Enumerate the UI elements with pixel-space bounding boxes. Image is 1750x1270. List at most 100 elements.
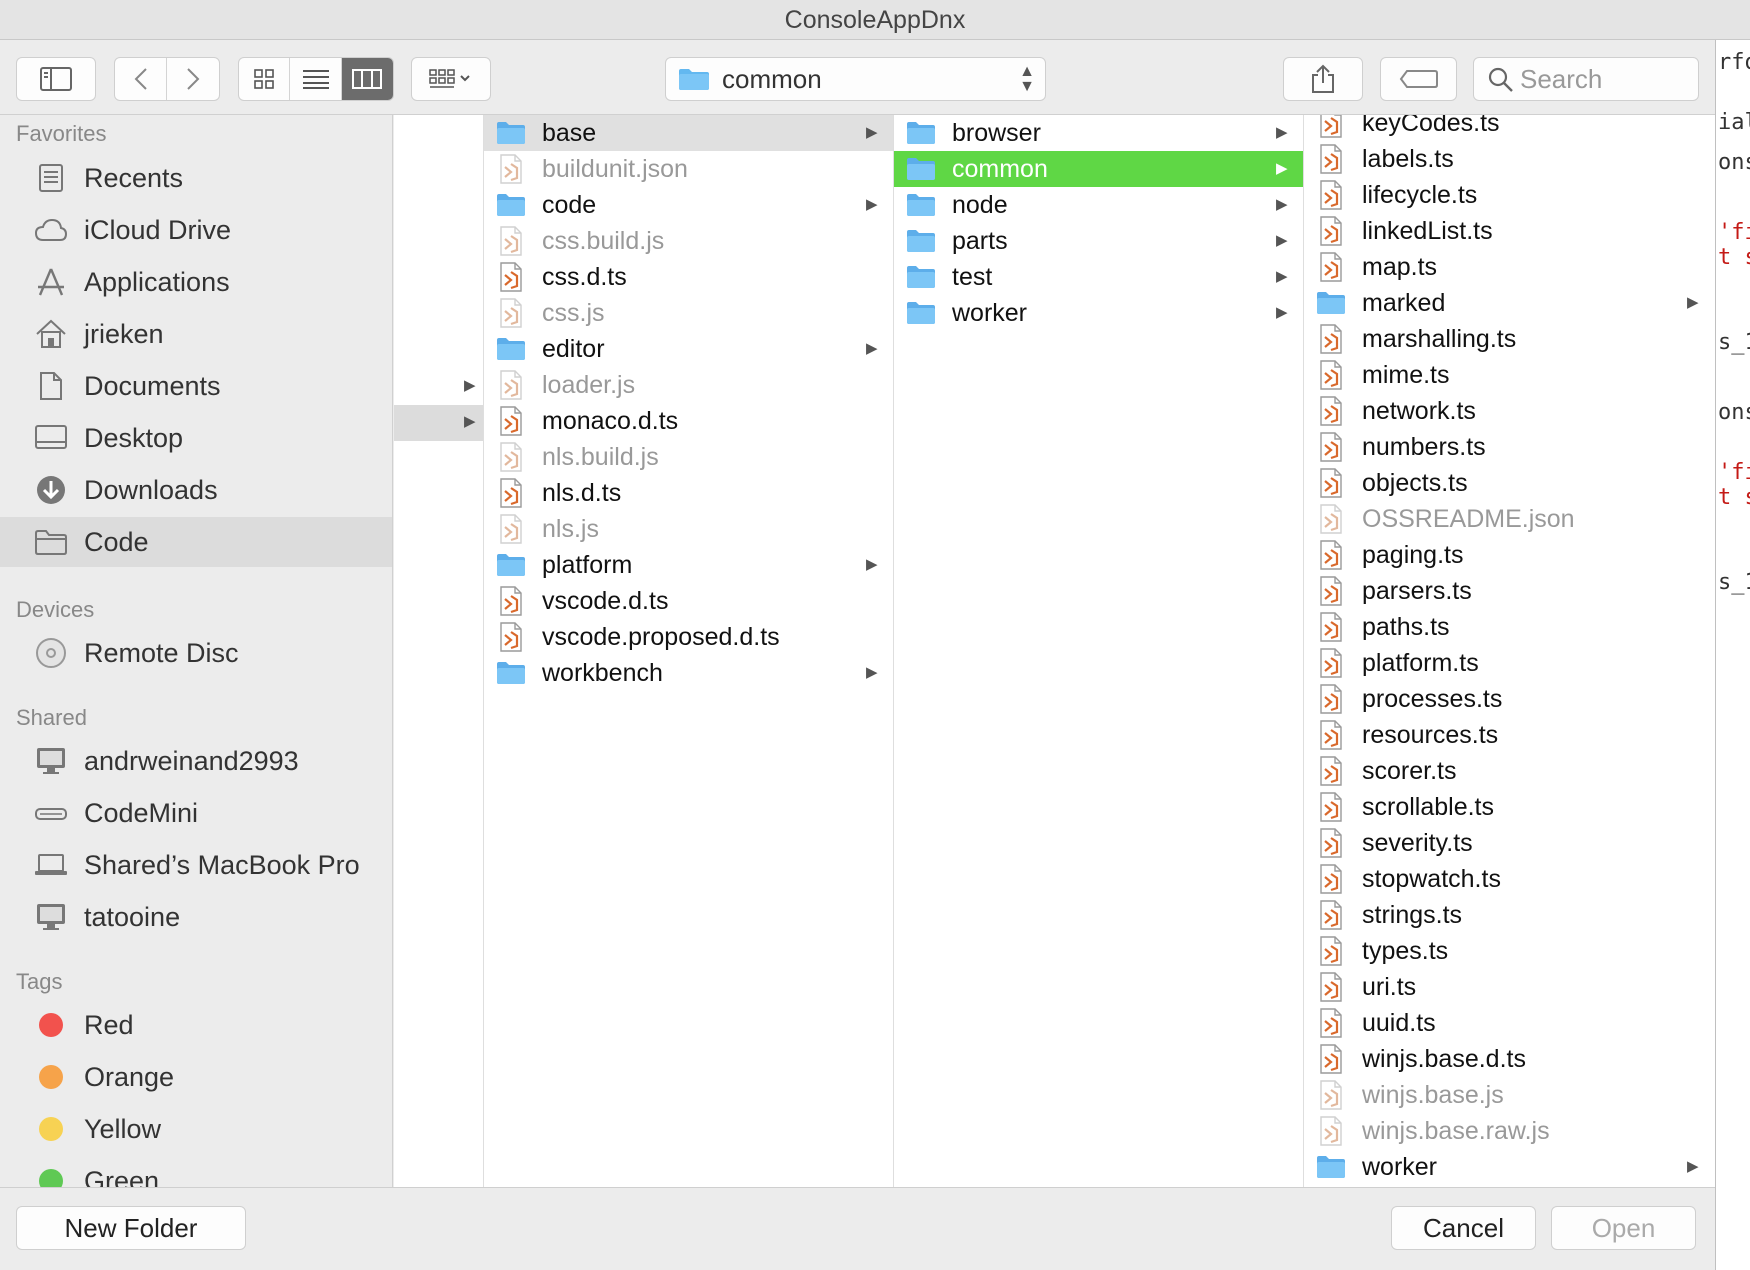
folder-row[interactable]: code ▶ bbox=[484, 187, 893, 223]
disclosure-arrow-icon: ▶ bbox=[1687, 294, 1699, 311]
sidebar-item-label: andrweinand2993 bbox=[84, 745, 299, 776]
file-row[interactable]: mime.ts bbox=[1304, 357, 1715, 393]
file-row[interactable]: monaco.d.ts bbox=[484, 403, 893, 439]
sidebar-item-remote-disc[interactable]: Remote Disc bbox=[0, 628, 392, 678]
file-row[interactable]: vscode.proposed.d.ts bbox=[484, 619, 893, 655]
file-row[interactable]: stopwatch.ts bbox=[1304, 861, 1715, 897]
file-row[interactable]: winjs.base.d.ts bbox=[1304, 1041, 1715, 1077]
file-row[interactable]: lifecycle.ts bbox=[1304, 177, 1715, 213]
file-row[interactable]: types.ts bbox=[1304, 933, 1715, 969]
folder-row[interactable]: worker ▶ bbox=[894, 295, 1303, 331]
sidebar-toggle-button[interactable] bbox=[16, 57, 96, 101]
typescript-file-icon bbox=[1316, 180, 1346, 210]
file-row[interactable]: uuid.ts bbox=[1304, 1005, 1715, 1041]
folder-row[interactable]: node ▶ bbox=[894, 187, 1303, 223]
item-name: objects.ts bbox=[1362, 468, 1468, 497]
file-row[interactable]: strings.ts bbox=[1304, 897, 1715, 933]
file-row[interactable]: network.ts bbox=[1304, 393, 1715, 429]
cancel-button[interactable]: Cancel bbox=[1391, 1206, 1536, 1250]
list-view-button[interactable] bbox=[290, 58, 342, 100]
folder-row[interactable]: workbench ▶ bbox=[484, 655, 893, 691]
sidebar-item-tag-yellow[interactable]: Yellow bbox=[0, 1104, 392, 1154]
file-row[interactable]: numbers.ts bbox=[1304, 429, 1715, 465]
search-field[interactable]: Search bbox=[1473, 57, 1699, 101]
file-row[interactable]: css.d.ts bbox=[484, 259, 893, 295]
sidebar-item-shared-s-macbook-pro[interactable]: Shared’s MacBook Pro bbox=[0, 840, 392, 890]
file-row[interactable]: severity.ts bbox=[1304, 825, 1715, 861]
file-row[interactable]: parsers.ts bbox=[1304, 573, 1715, 609]
sidebar-item-andrweinand2993[interactable]: andrweinand2993 bbox=[0, 736, 392, 786]
path-popup[interactable]: common ▲ ▼ bbox=[665, 57, 1046, 101]
file-row[interactable]: keyCodes.ts bbox=[1304, 115, 1715, 141]
folder-row[interactable]: browser ▶ bbox=[894, 115, 1303, 151]
new-folder-button[interactable]: New Folder bbox=[16, 1206, 246, 1250]
file-row[interactable]: labels.ts bbox=[1304, 141, 1715, 177]
file-row[interactable]: nls.js bbox=[484, 511, 893, 547]
column-4: keyCodes.ts labels.ts lifecycle.ts linkedLi… bbox=[1304, 115, 1715, 1187]
file-row[interactable]: objects.ts bbox=[1304, 465, 1715, 501]
file-row[interactable]: css.build.js bbox=[484, 223, 893, 259]
file-row[interactable]: paths.ts bbox=[1304, 609, 1715, 645]
background-code-fragment: t s bbox=[1718, 245, 1750, 270]
forward-button[interactable] bbox=[167, 58, 219, 100]
sidebar-item-jrieken[interactable]: jrieken bbox=[0, 309, 392, 359]
sidebar-item-desktop[interactable]: Desktop bbox=[0, 413, 392, 463]
item-name: linkedList.ts bbox=[1362, 216, 1493, 245]
folder-row[interactable]: platform ▶ bbox=[484, 547, 893, 583]
sidebar-item-tag-red[interactable]: Red bbox=[0, 1000, 392, 1050]
file-row[interactable]: nls.d.ts bbox=[484, 475, 893, 511]
file-row[interactable]: buildunit.json bbox=[484, 151, 893, 187]
file-row[interactable]: marshalling.ts bbox=[1304, 321, 1715, 357]
item-name: css.build.js bbox=[542, 226, 665, 255]
sidebar-item-label: CodeMini bbox=[84, 797, 199, 828]
file-row[interactable]: map.ts bbox=[1304, 249, 1715, 285]
file-row[interactable]: resources.ts bbox=[1304, 717, 1715, 753]
file-row[interactable]: vscode.d.ts bbox=[484, 583, 893, 619]
item-name: paging.ts bbox=[1362, 540, 1464, 569]
sidebar-item-tag-orange[interactable]: Orange bbox=[0, 1052, 392, 1102]
file-row[interactable]: linkedList.ts bbox=[1304, 213, 1715, 249]
sidebar-item-label: Yellow bbox=[84, 1113, 162, 1144]
file-row[interactable]: css.js bbox=[484, 295, 893, 331]
sidebar-item-downloads[interactable]: Downloads bbox=[0, 465, 392, 515]
icon-view-button[interactable] bbox=[239, 58, 291, 100]
file-row[interactable]: winjs.base.raw.js bbox=[1304, 1113, 1715, 1149]
column-view-button[interactable] bbox=[341, 58, 393, 100]
sidebar-item-tag-green[interactable]: Green bbox=[0, 1156, 392, 1187]
folder-row[interactable]: base ▶ bbox=[484, 115, 893, 151]
sidebar-item-code[interactable]: Code bbox=[0, 517, 392, 567]
sidebar-item-documents[interactable]: Documents bbox=[0, 361, 392, 411]
file-row[interactable]: platform.ts bbox=[1304, 645, 1715, 681]
folder-icon bbox=[906, 226, 936, 256]
file-row[interactable]: processes.ts bbox=[1304, 681, 1715, 717]
folder-row[interactable]: worker ▶ bbox=[1304, 1149, 1715, 1185]
typescript-file-icon bbox=[1316, 432, 1346, 462]
file-row[interactable]: scrollable.ts bbox=[1304, 789, 1715, 825]
file-row[interactable]: scorer.ts bbox=[1304, 753, 1715, 789]
sidebar-item-tatooine[interactable]: tatooine bbox=[0, 892, 392, 942]
file-row[interactable]: nls.build.js bbox=[484, 439, 893, 475]
sidebar-item-recents[interactable]: Recents bbox=[0, 153, 392, 203]
sidebar-item-icloud-drive[interactable]: iCloud Drive bbox=[0, 205, 392, 255]
back-button[interactable] bbox=[115, 58, 168, 100]
background-code-fragment: ialo bbox=[1718, 110, 1750, 135]
folder-row[interactable]: marked ▶ bbox=[1304, 285, 1715, 321]
folder-row[interactable]: common ▶ bbox=[894, 151, 1303, 187]
folder-row[interactable]: parts ▶ bbox=[894, 223, 1303, 259]
folder-row[interactable]: editor ▶ bbox=[484, 331, 893, 367]
open-button[interactable]: Open bbox=[1551, 1206, 1696, 1250]
file-row[interactable]: OSSREADME.json bbox=[1304, 501, 1715, 537]
file-row[interactable]: loader.js bbox=[484, 367, 893, 403]
file-row[interactable]: uri.ts bbox=[1304, 969, 1715, 1005]
typescript-file-icon bbox=[1316, 972, 1346, 1002]
sidebar-item-applications[interactable]: Applications bbox=[0, 257, 392, 307]
edit-tags-button[interactable] bbox=[1380, 57, 1457, 101]
share-button[interactable] bbox=[1283, 57, 1363, 101]
sidebar-item-codemini[interactable]: CodeMini bbox=[0, 788, 392, 838]
file-row[interactable]: paging.ts bbox=[1304, 537, 1715, 573]
group-by-button[interactable] bbox=[411, 57, 491, 101]
folder-row[interactable]: test ▶ bbox=[894, 259, 1303, 295]
navigation-segment bbox=[114, 57, 220, 101]
item-name: nls.js bbox=[542, 514, 599, 543]
file-row[interactable]: winjs.base.js bbox=[1304, 1077, 1715, 1113]
